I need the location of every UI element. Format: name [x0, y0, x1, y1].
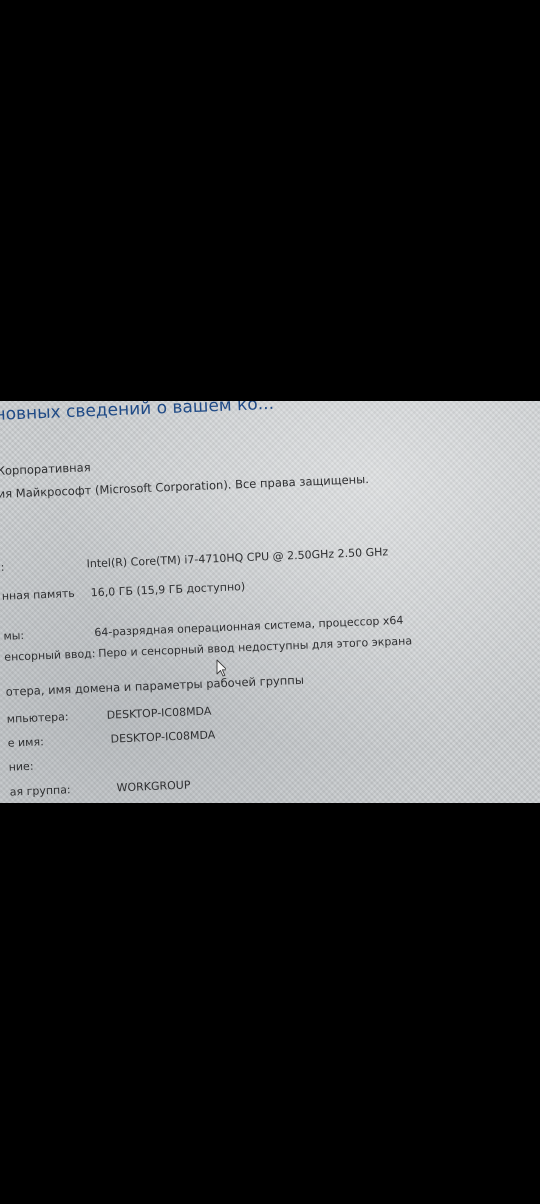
computer-name-value: DESKTOP-IC08MDA	[106, 704, 212, 722]
computer-section-title: отера, имя домена и параметры рабочей гр…	[5, 672, 305, 699]
pen-touch-value: Перо и сенсорный ввод недоступны для это…	[97, 634, 413, 661]
copyright-text: ия Майкрософт (Microsoft Corporation). В…	[0, 472, 370, 501]
workgroup-label: ая группа:	[9, 783, 71, 799]
screen-photo: новных сведений о вашем ко... Корпоратив…	[0, 401, 540, 803]
system-type-label: мы:	[3, 628, 25, 643]
computer-name-label: мпьютера:	[6, 710, 69, 726]
windows-edition: Корпоративная	[0, 460, 91, 478]
full-name-label: е имя:	[7, 735, 45, 750]
system-info-panel: новных сведений о вашем ко... Корпоратив…	[0, 401, 540, 803]
page-heading: новных сведений о вашем ко...	[0, 401, 275, 425]
memory-label: нная память	[1, 586, 76, 603]
pen-touch-label: енсорный ввод:	[4, 647, 96, 664]
system-type-value: 64-разрядная операционная система, проце…	[94, 613, 404, 640]
workgroup-value: WORKGROUP	[116, 778, 191, 795]
description-label: ние:	[8, 759, 34, 774]
processor-label: :	[0, 560, 5, 574]
full-name-value: DESKTOP-IC08MDA	[110, 728, 216, 746]
processor-value: Intel(R) Core(TM) i7-4710HQ CPU @ 2.50GH…	[86, 545, 389, 571]
arrow-cursor-icon	[216, 659, 226, 677]
memory-value: 16,0 ГБ (15,9 ГБ доступно)	[90, 580, 246, 600]
